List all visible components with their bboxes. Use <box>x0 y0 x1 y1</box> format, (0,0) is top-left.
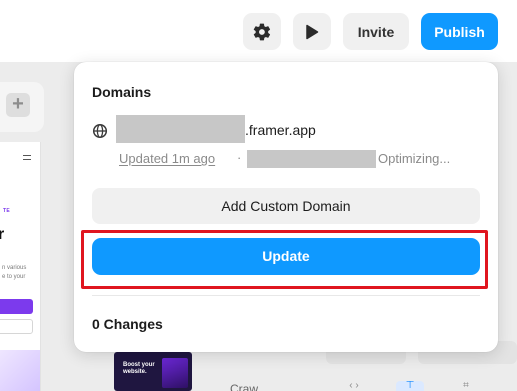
preview-text: n various e to your <box>2 265 27 280</box>
top-toolbar: Invite Publish <box>0 0 517 62</box>
thumbnail-text: Boost your website. <box>123 362 155 375</box>
grid-icon[interactable]: ⌗ <box>452 381 480 391</box>
popover-title: Domains <box>92 84 152 100</box>
globe-icon <box>92 123 108 139</box>
updated-link[interactable]: Updated 1m ago <box>119 151 215 166</box>
publish-button[interactable]: Publish <box>421 13 498 50</box>
site-preview-frame[interactable]: TE r n various e to your <box>0 142 41 391</box>
update-button[interactable]: Update <box>92 238 480 275</box>
redacted-domain-name <box>116 115 245 143</box>
domains-popover: Domains .framer.app Updated 1m ago · Opt… <box>74 62 498 352</box>
add-custom-domain-button[interactable]: Add Custom Domain <box>92 188 480 224</box>
preview-primary-button <box>0 299 33 314</box>
align-icon[interactable]: ⊤ <box>396 381 424 391</box>
status-text: Optimizing... <box>378 151 451 166</box>
hamburger-menu-icon <box>23 155 31 160</box>
changes-count: 0 Changes <box>92 316 163 332</box>
template-thumbnail[interactable]: Boost your website. <box>114 352 192 391</box>
preview-button[interactable] <box>293 13 331 50</box>
play-icon <box>306 24 319 39</box>
preview-heading: r <box>0 226 4 244</box>
arrows-icon[interactable]: ‹ › <box>340 381 368 391</box>
faded-label: Craw <box>230 382 259 391</box>
separator-dot: · <box>237 150 242 165</box>
domain-link[interactable]: .framer.app <box>245 122 316 138</box>
plus-icon[interactable]: + <box>6 93 30 117</box>
redacted-info <box>247 150 376 168</box>
gear-icon <box>253 23 271 40</box>
divider <box>92 295 480 296</box>
preview-tag: TE <box>3 208 10 214</box>
thumbnail-image <box>162 358 188 388</box>
preview-secondary-button <box>0 319 33 334</box>
settings-button[interactable] <box>243 13 281 50</box>
invite-button[interactable]: Invite <box>343 13 409 50</box>
preview-image <box>0 350 40 391</box>
